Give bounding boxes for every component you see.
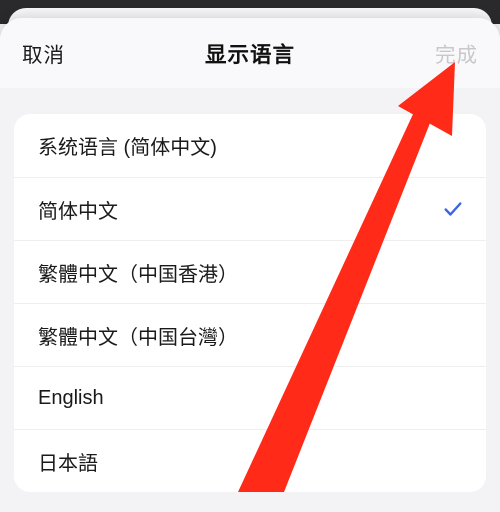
cancel-button[interactable]: 取消 — [22, 38, 65, 68]
language-label: 日本語 — [38, 447, 98, 476]
checkmark-icon — [440, 196, 466, 222]
page-title: 显示语言 — [205, 38, 295, 69]
checkmark-icon — [440, 385, 466, 411]
modal-sheet: 取消 显示语言 完成 系统语言 (简体中文) 简体中文 繁體中文（中国香港） 繁… — [0, 18, 500, 512]
language-label: English — [38, 387, 104, 410]
language-row[interactable]: English — [14, 366, 486, 429]
checkmark-icon — [440, 448, 466, 474]
language-row[interactable]: 系统语言 (简体中文) — [14, 114, 486, 177]
language-row[interactable]: 日本語 — [14, 429, 486, 492]
modal-header: 取消 显示语言 完成 — [0, 18, 500, 88]
language-row[interactable]: 简体中文 — [14, 177, 486, 240]
checkmark-icon — [440, 322, 466, 348]
header-gap — [0, 88, 500, 114]
done-button[interactable]: 完成 — [435, 38, 478, 68]
language-label: 繁體中文（中国台灣） — [38, 321, 238, 350]
language-label: 简体中文 — [38, 195, 118, 224]
language-row[interactable]: 繁體中文（中国台灣） — [14, 303, 486, 366]
language-list: 系统语言 (简体中文) 简体中文 繁體中文（中国香港） 繁體中文（中国台灣） E… — [14, 114, 486, 492]
checkmark-icon — [440, 259, 466, 285]
checkmark-icon — [440, 133, 466, 159]
language-label: 系统语言 (简体中文) — [38, 131, 217, 160]
language-label: 繁體中文（中国香港） — [38, 258, 238, 287]
language-row[interactable]: 繁體中文（中国香港） — [14, 240, 486, 303]
